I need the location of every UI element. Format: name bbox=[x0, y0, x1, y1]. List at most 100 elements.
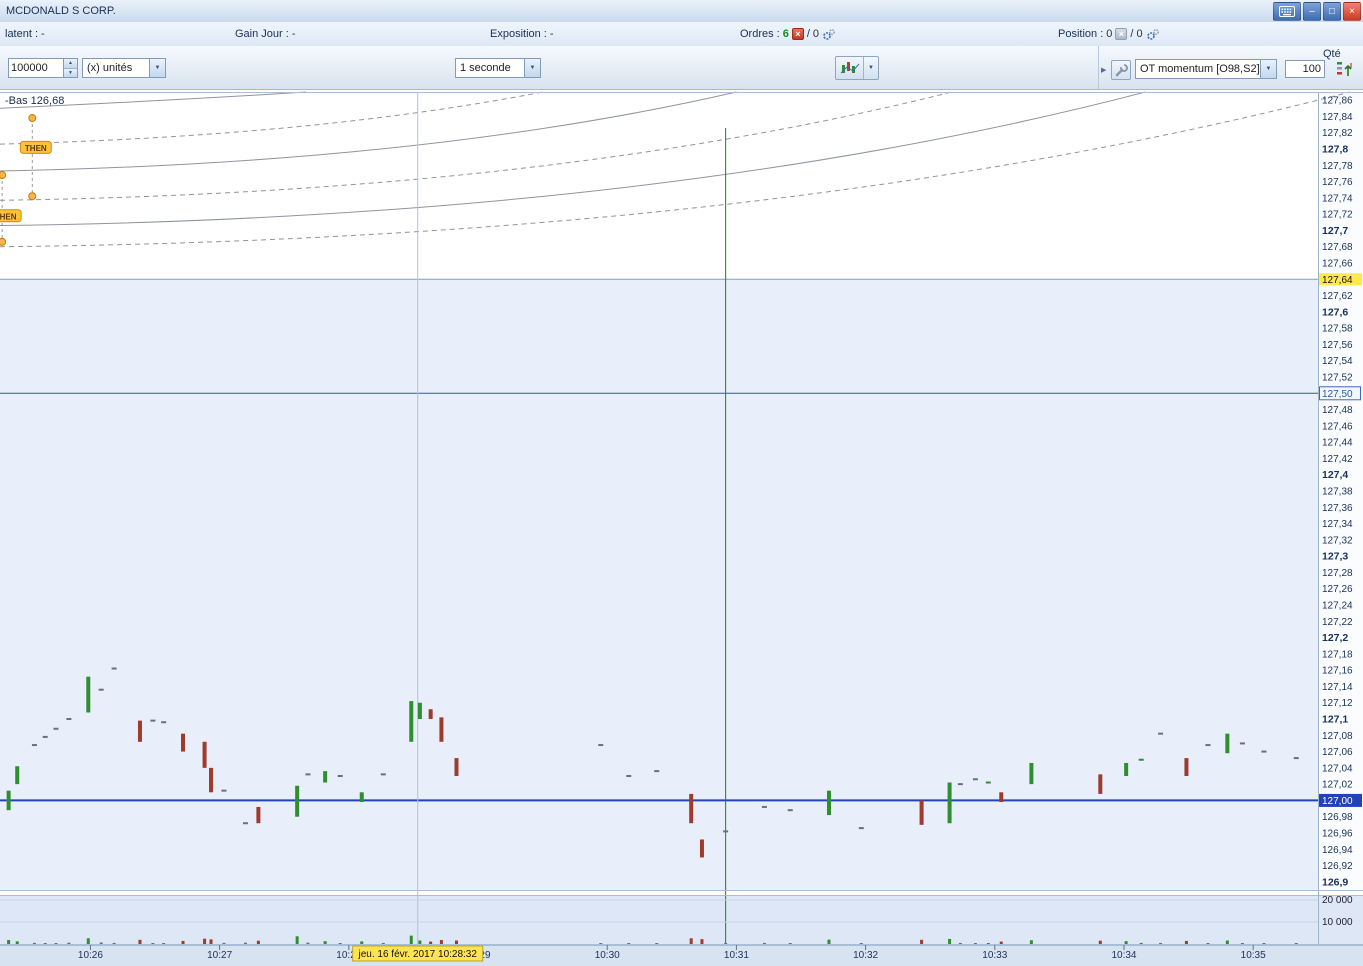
price-tick-label: 126,96 bbox=[1322, 829, 1353, 840]
chevron-down-icon[interactable]: ▼ bbox=[1260, 60, 1276, 78]
trade-tick bbox=[787, 809, 793, 812]
trade-tick bbox=[1261, 750, 1267, 753]
volume-bar bbox=[32, 942, 36, 944]
price-tick-label: 127,54 bbox=[1322, 356, 1353, 367]
volume-bar bbox=[973, 943, 977, 944]
candle bbox=[295, 785, 300, 817]
position-pending-count: 0 bbox=[1136, 28, 1143, 40]
volume-bar bbox=[859, 943, 863, 944]
volume-bar bbox=[454, 940, 458, 944]
quantity-spinner[interactable]: ▲ ▼ bbox=[8, 58, 78, 78]
trade-tick bbox=[242, 822, 248, 825]
candle bbox=[256, 806, 261, 824]
price-tick-label: 126,94 bbox=[1322, 845, 1353, 856]
gain-jour-value: - bbox=[291, 28, 296, 40]
volume-bar bbox=[1139, 942, 1143, 944]
close-position-icon[interactable]: × bbox=[1115, 28, 1128, 40]
volume-bar bbox=[222, 942, 226, 944]
svg-text:127,64: 127,64 bbox=[1322, 275, 1353, 286]
strategy-tools-button[interactable] bbox=[1111, 60, 1131, 80]
cancel-orders-icon[interactable]: × bbox=[791, 28, 804, 40]
exposition-info: Exposition : - bbox=[490, 22, 554, 46]
volume-bar bbox=[986, 943, 990, 944]
volume-bar bbox=[409, 935, 413, 944]
candle bbox=[439, 717, 444, 742]
price-tick-label: 127,8 bbox=[1322, 144, 1348, 156]
position-label: Position : bbox=[1058, 28, 1104, 40]
volume-bar bbox=[439, 940, 443, 944]
price-tick-label: 127,22 bbox=[1322, 617, 1353, 628]
volume-bar bbox=[1294, 943, 1298, 944]
order-dot-marker[interactable] bbox=[28, 114, 37, 123]
chevron-down-icon[interactable]: ▼ bbox=[524, 59, 540, 77]
volume-bar bbox=[788, 943, 792, 944]
price-tick-label: 127,72 bbox=[1322, 210, 1353, 221]
keyboard-icon[interactable] bbox=[1273, 2, 1301, 21]
price-tick-label: 127,2 bbox=[1322, 632, 1348, 644]
timeframe-dropdown[interactable]: 1 seconde ▼ bbox=[455, 58, 541, 78]
units-dropdown[interactable]: (x) unités ▼ bbox=[82, 58, 166, 78]
trade-tick bbox=[1239, 742, 1245, 745]
position-info: Position : 0 × / 0 bbox=[1058, 22, 1160, 46]
panel-collapse-icon[interactable]: ▶ bbox=[1101, 66, 1106, 74]
volume-bar bbox=[306, 942, 310, 944]
candle bbox=[409, 701, 414, 742]
svg-text:127,00: 127,00 bbox=[1322, 796, 1353, 807]
trade-tick bbox=[380, 773, 386, 776]
price-tick-label: 127,52 bbox=[1322, 373, 1353, 384]
spinner-down-icon[interactable]: ▼ bbox=[64, 67, 77, 77]
volume-bar bbox=[1225, 940, 1229, 944]
chevron-down-icon[interactable]: ▼ bbox=[149, 59, 165, 77]
order-book-button[interactable] bbox=[1333, 57, 1357, 81]
volume-bar bbox=[1240, 943, 1244, 944]
order-dot-marker[interactable] bbox=[0, 237, 7, 246]
chart-type-button[interactable]: ▼ bbox=[835, 56, 879, 80]
gain-jour-info: Gain Jour : - bbox=[235, 22, 295, 46]
trade-tick bbox=[66, 718, 72, 720]
price-tick-label: 127,48 bbox=[1322, 405, 1353, 416]
time-tick-label: 10:27 bbox=[207, 950, 232, 961]
position-gear-icon[interactable] bbox=[1146, 28, 1160, 41]
orders-gear-icon[interactable] bbox=[822, 28, 836, 41]
price-tick-label: 127,86 bbox=[1322, 96, 1353, 107]
order-dot-marker[interactable] bbox=[0, 171, 7, 180]
price-tick-label: 127,08 bbox=[1322, 731, 1353, 742]
volume-bar bbox=[762, 942, 766, 944]
volume-bar bbox=[948, 938, 952, 944]
volume-bar bbox=[381, 942, 385, 944]
price-tick-label: 127,46 bbox=[1322, 421, 1353, 432]
indicator-dropdown[interactable]: OT momentum [O98,S2] ▼ bbox=[1135, 59, 1277, 79]
volume-bar bbox=[67, 942, 71, 944]
candle bbox=[947, 782, 952, 824]
candle bbox=[86, 676, 91, 713]
candle bbox=[15, 766, 20, 785]
volume-bar bbox=[827, 939, 831, 944]
close-button[interactable]: × bbox=[1343, 2, 1361, 21]
volume-bar bbox=[1098, 940, 1102, 944]
chart-canvas[interactable]: 20 000 10 000 127,86 127,84 127,82 127,8 127,7… bbox=[0, 90, 1363, 966]
price-tick-label: 127,58 bbox=[1322, 324, 1353, 335]
volume-tick-label: 10 000 bbox=[1322, 917, 1353, 928]
maximize-button[interactable]: □ bbox=[1323, 2, 1341, 21]
order-qty-input[interactable] bbox=[1285, 60, 1325, 78]
svg-text:127,50: 127,50 bbox=[1322, 389, 1353, 400]
trade-tick bbox=[1138, 758, 1144, 761]
order-arrows-icon bbox=[1337, 62, 1352, 76]
spinner-up-icon[interactable]: ▲ bbox=[64, 59, 77, 68]
quantity-input[interactable] bbox=[9, 59, 63, 77]
volume-bar bbox=[209, 939, 213, 944]
volume-bar bbox=[1159, 942, 1163, 944]
price-tick-label: 127,44 bbox=[1322, 438, 1353, 449]
time-axis bbox=[0, 945, 1363, 966]
price-tick-label: 126,92 bbox=[1322, 861, 1353, 872]
volume-bar bbox=[203, 938, 207, 944]
volume-bar bbox=[920, 939, 924, 944]
order-dot-marker[interactable] bbox=[28, 192, 37, 201]
volume-bar bbox=[151, 943, 155, 944]
chevron-down-icon[interactable]: ▼ bbox=[863, 57, 878, 79]
volume-bar bbox=[243, 942, 247, 944]
volume-tick-label: 20 000 bbox=[1322, 895, 1353, 906]
time-tick-label: 10:35 bbox=[1241, 950, 1266, 961]
time-tick-label: 10:26 bbox=[78, 950, 103, 961]
minimize-button[interactable]: – bbox=[1303, 2, 1321, 21]
